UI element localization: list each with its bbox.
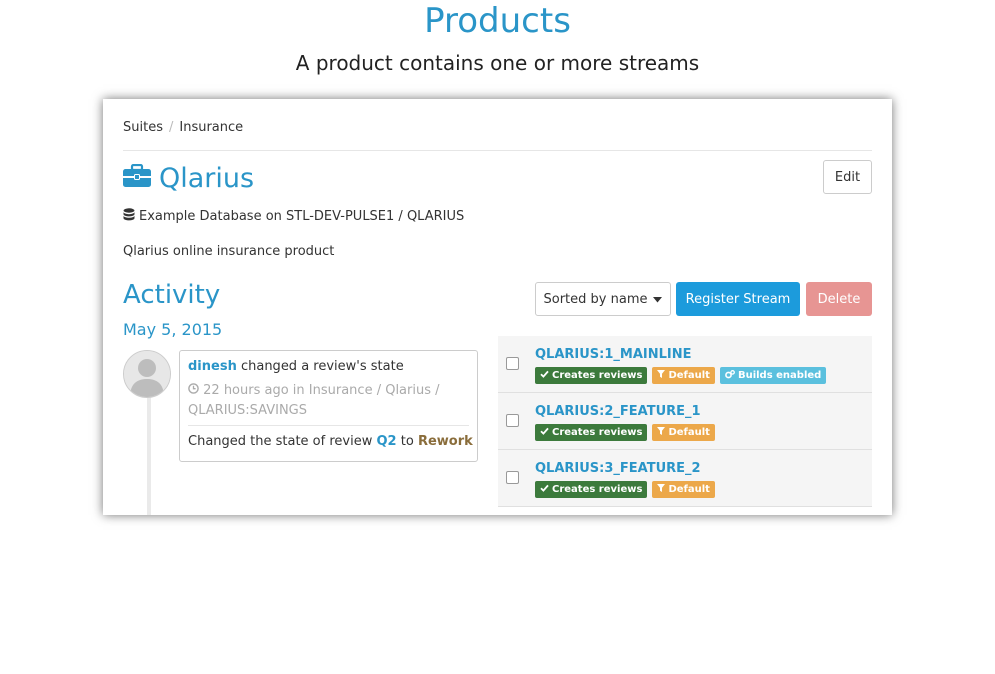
activity-path[interactable]: QLARIUS:SAVINGS bbox=[188, 403, 307, 418]
stream-checkbox[interactable] bbox=[506, 414, 519, 427]
activity-summary: dinesh changed a review's state bbox=[188, 359, 404, 374]
activity-action: changed a review's state bbox=[240, 359, 404, 374]
gears-icon bbox=[725, 369, 735, 382]
page-heading: Products bbox=[424, 1, 571, 41]
edit-button[interactable]: Edit bbox=[823, 160, 872, 194]
stream-badges: Creates reviews Default bbox=[535, 424, 715, 441]
stream-badges: Creates reviews Default Builds enabled bbox=[535, 367, 827, 384]
stream-row: QLARIUS:1_MAINLINE Creates reviews Defau… bbox=[498, 336, 872, 393]
briefcase-icon bbox=[123, 163, 151, 192]
caret-down-icon bbox=[653, 292, 663, 307]
review-state: Rework bbox=[417, 434, 473, 449]
check-icon bbox=[540, 484, 549, 495]
user-silhouette-icon bbox=[124, 351, 170, 397]
breadcrumb-item-insurance[interactable]: Insurance bbox=[179, 120, 243, 135]
builds-enabled-badge: Builds enabled bbox=[719, 367, 827, 384]
timeline-line bbox=[147, 389, 151, 515]
product-description: Qlarius online insurance product bbox=[123, 244, 335, 259]
stream-name-link[interactable]: QLARIUS:2_FEATURE_1 bbox=[535, 404, 701, 419]
breadcrumb-item-suites[interactable]: Suites bbox=[123, 120, 163, 135]
activity-meta: 22 hours ago in Insurance / Qlarius / QL… bbox=[188, 381, 468, 421]
check-icon bbox=[540, 370, 549, 381]
default-badge: Default bbox=[652, 424, 715, 441]
activity-entry: dinesh changed a review's state 22 hours… bbox=[179, 350, 478, 462]
sort-label: Sorted by name bbox=[543, 291, 648, 307]
creates-reviews-badge: Creates reviews bbox=[535, 367, 648, 384]
badge-label: Builds enabled bbox=[737, 370, 822, 381]
default-badge: Default bbox=[652, 481, 715, 498]
activity-title: Activity bbox=[123, 280, 221, 310]
badge-label: Creates reviews bbox=[552, 370, 643, 381]
activity-detail-prefix: Changed the state of review bbox=[188, 434, 373, 449]
sort-dropdown[interactable]: Sorted by name bbox=[535, 282, 671, 316]
badge-label: Default bbox=[668, 370, 710, 381]
stream-checkbox[interactable] bbox=[506, 471, 519, 484]
breadcrumb-separator: / bbox=[168, 120, 174, 135]
activity-detail: Changed the state of review Q2 to Rework bbox=[188, 434, 473, 449]
page-subheading: A product contains one or more streams bbox=[295, 51, 700, 75]
activity-date: May 5, 2015 bbox=[123, 320, 223, 339]
badge-label: Creates reviews bbox=[552, 484, 643, 495]
stream-name-link[interactable]: QLARIUS:3_FEATURE_2 bbox=[535, 461, 701, 476]
badge-label: Default bbox=[668, 427, 710, 438]
product-title-row: Qlarius bbox=[123, 159, 254, 197]
product-panel: Suites / Insurance Qlarius Edit Example Da… bbox=[103, 99, 892, 515]
filter-icon bbox=[657, 370, 666, 381]
activity-detail-to: to bbox=[400, 434, 414, 449]
stream-badges: Creates reviews Default bbox=[535, 481, 715, 498]
database-icon bbox=[123, 208, 139, 225]
delete-button[interactable]: Delete bbox=[806, 282, 872, 316]
filter-icon bbox=[657, 427, 666, 438]
breadcrumb: Suites / Insurance bbox=[123, 120, 243, 135]
stream-list: QLARIUS:1_MAINLINE Creates reviews Defau… bbox=[498, 336, 872, 507]
review-link[interactable]: Q2 bbox=[376, 434, 396, 449]
creates-reviews-badge: Creates reviews bbox=[535, 481, 648, 498]
stream-checkbox[interactable] bbox=[506, 357, 519, 370]
stream-row: QLARIUS:3_FEATURE_2 Creates reviews Defa… bbox=[498, 450, 872, 507]
stream-name-link[interactable]: QLARIUS:1_MAINLINE bbox=[535, 347, 692, 362]
filter-icon bbox=[657, 484, 666, 495]
database-label: Example Database on STL-DEV-PULSE1 / QLA… bbox=[139, 209, 465, 224]
badge-label: Creates reviews bbox=[552, 427, 643, 438]
badge-label: Default bbox=[668, 484, 710, 495]
divider bbox=[123, 150, 872, 151]
clock-icon bbox=[188, 383, 203, 398]
creates-reviews-badge: Creates reviews bbox=[535, 424, 648, 441]
default-badge: Default bbox=[652, 367, 715, 384]
avatar bbox=[123, 350, 171, 398]
check-icon bbox=[540, 427, 549, 438]
divider bbox=[188, 425, 469, 426]
product-title: Qlarius bbox=[159, 162, 255, 194]
activity-time: 22 hours ago in Insurance / Qlarius / bbox=[203, 383, 440, 398]
register-stream-button[interactable]: Register Stream bbox=[676, 282, 800, 316]
activity-user-link[interactable]: dinesh bbox=[188, 359, 237, 374]
stream-row: QLARIUS:2_FEATURE_1 Creates reviews Defa… bbox=[498, 393, 872, 450]
database-line: Example Database on STL-DEV-PULSE1 / QLA… bbox=[123, 208, 464, 225]
